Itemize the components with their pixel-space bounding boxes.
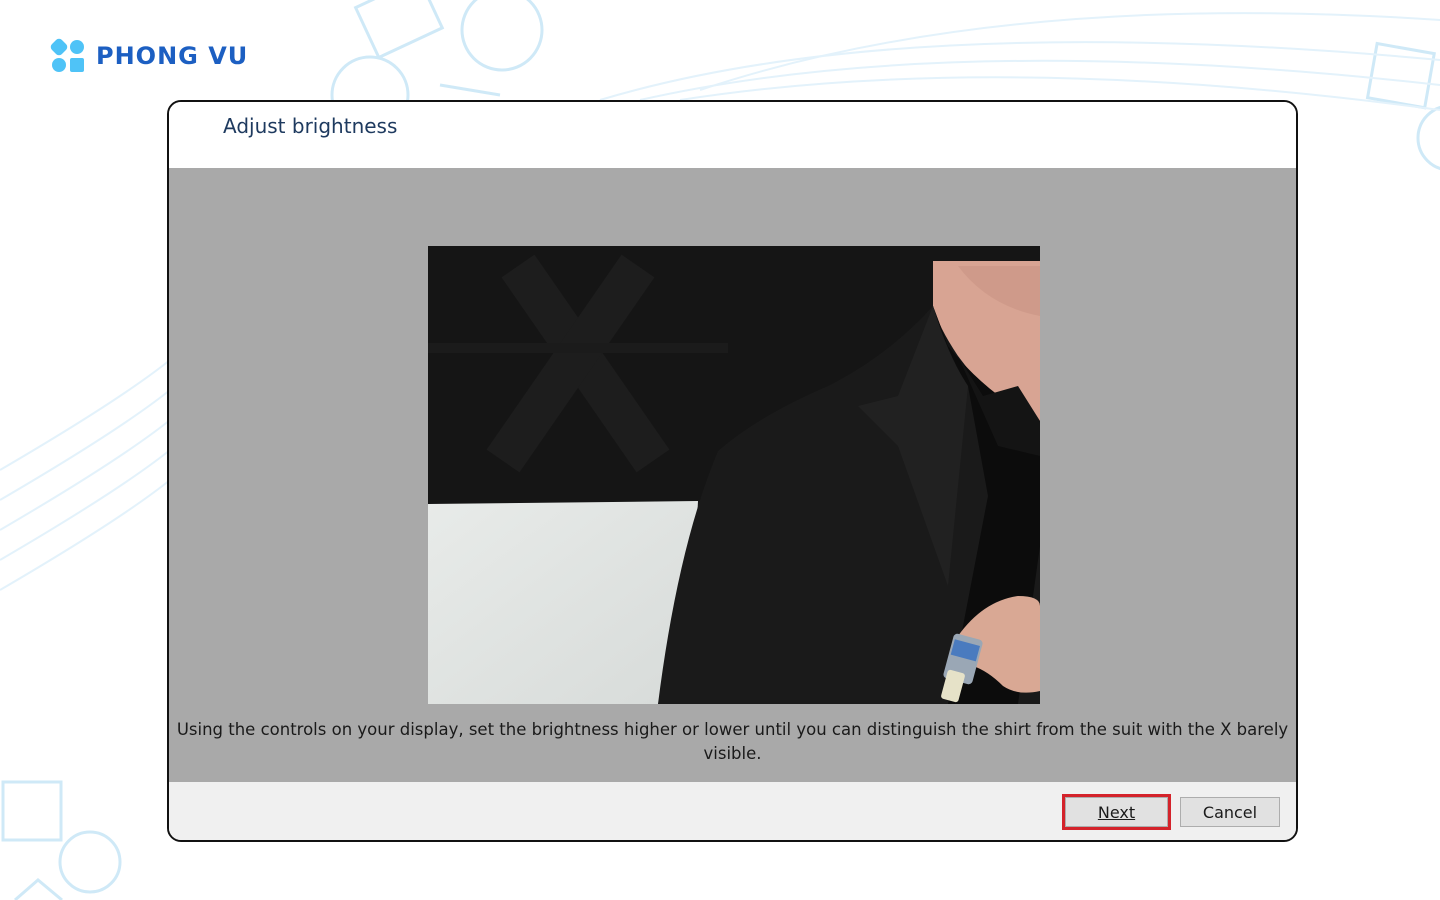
- cancel-button[interactable]: Cancel: [1180, 797, 1280, 827]
- dialog-title: Adjust brightness: [223, 114, 398, 138]
- dialog-header: Adjust brightness: [169, 102, 1296, 168]
- adjust-brightness-dialog: Adjust brightness Using the controls on …: [167, 100, 1298, 842]
- brand-name: PHONG VU: [96, 42, 249, 70]
- instruction-text: Using the controls on your display, set …: [176, 720, 1289, 763]
- brightness-calibration-image: [428, 246, 1040, 704]
- dialog-footer: Next Cancel: [169, 782, 1296, 840]
- next-button[interactable]: Next: [1062, 794, 1171, 830]
- dialog-body: Using the controls on your display, set …: [169, 168, 1296, 782]
- brand-logo: PHONG VU: [50, 36, 248, 76]
- brand-logo-icon: [50, 38, 84, 72]
